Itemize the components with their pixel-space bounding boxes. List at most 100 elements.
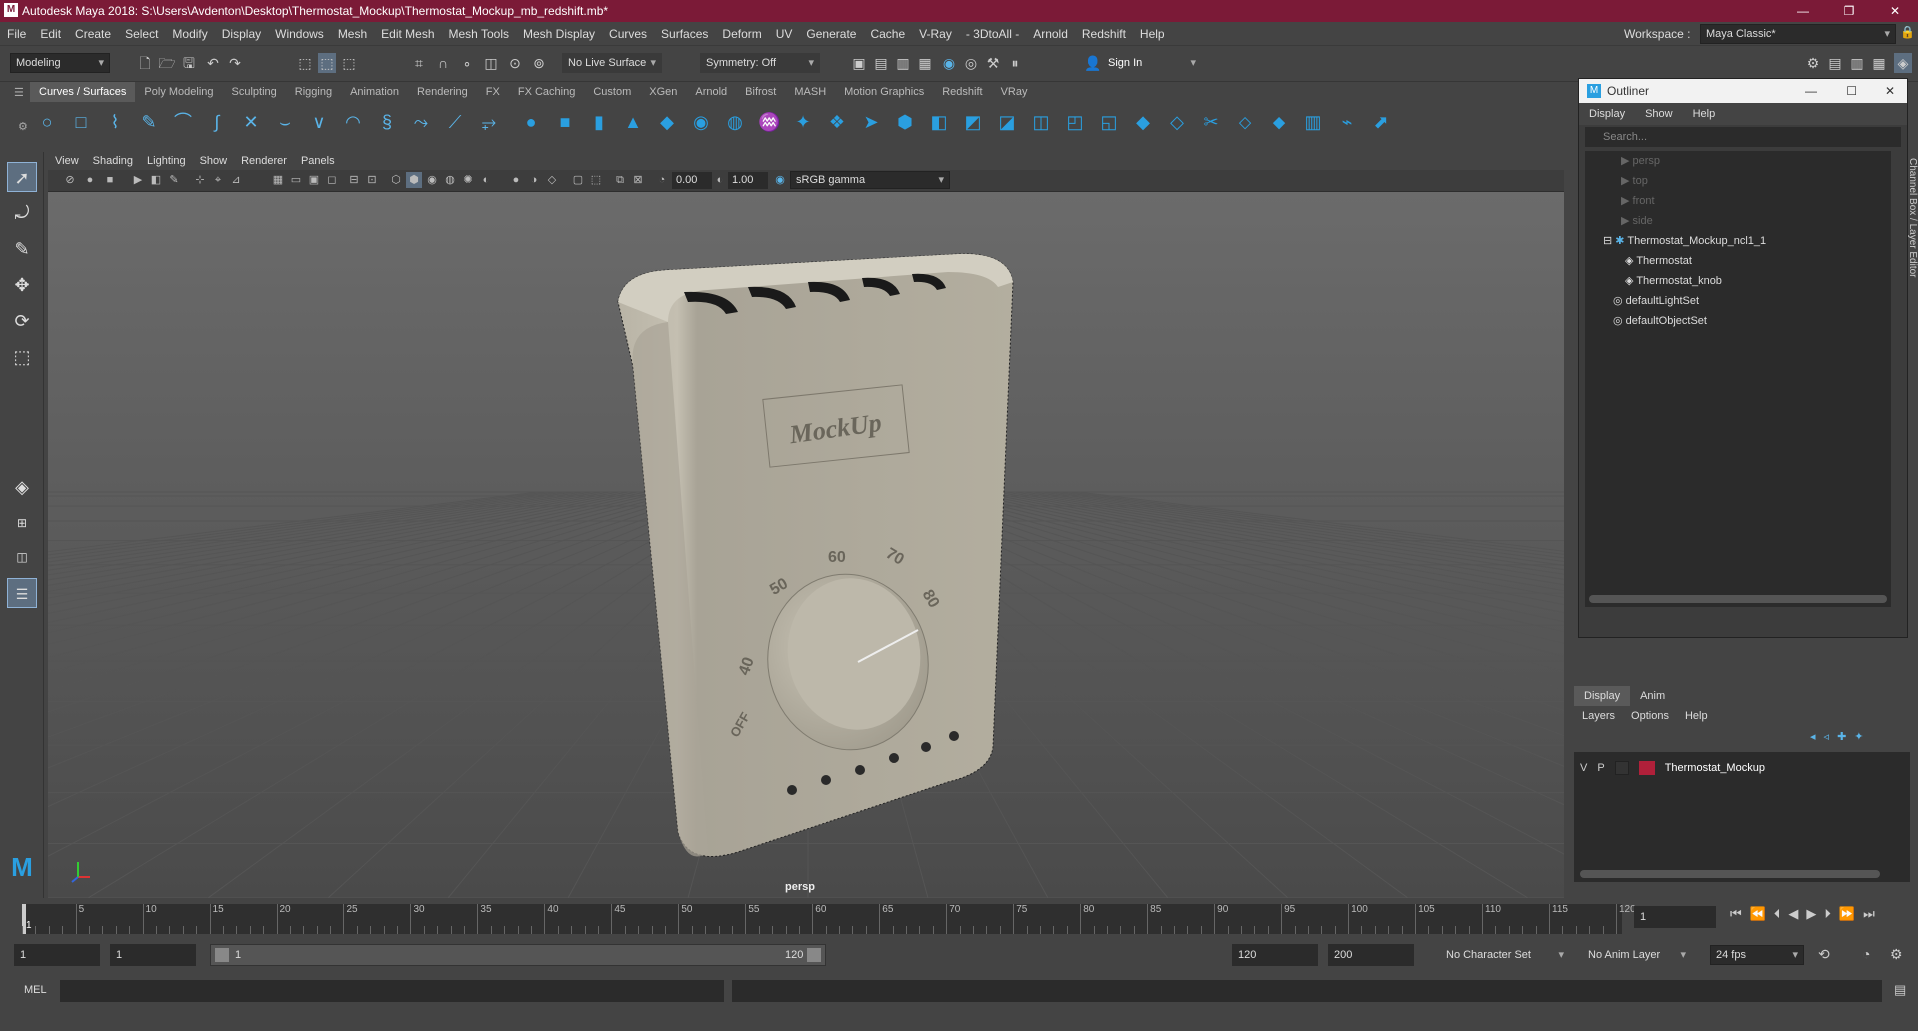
layer-playback-toggle[interactable]: P	[1597, 762, 1604, 774]
outliner-menu-show[interactable]: Show	[1635, 103, 1683, 125]
menu-edit-mesh[interactable]: Edit Mesh	[374, 27, 441, 41]
smooth-shade-icon[interactable]: ⬢	[406, 172, 422, 188]
planar-icon[interactable]: ✦	[792, 111, 814, 133]
shelf-menu-icon[interactable]: ☰	[14, 86, 24, 99]
layer-menu-options[interactable]: Options	[1623, 706, 1677, 726]
exposure-icon[interactable]: ◔	[654, 172, 670, 188]
move-layer-down-icon[interactable]: ◃	[1824, 730, 1830, 743]
range-start-handle[interactable]	[215, 948, 229, 962]
auto-key-icon[interactable]: ◔	[1862, 946, 1870, 962]
outliner-minimize-button[interactable]: —	[1805, 79, 1817, 103]
revolve-icon[interactable]: ◍	[724, 111, 746, 133]
outliner-item-default-object-set[interactable]: ◎ defaultObjectSet	[1613, 311, 1707, 331]
menu-vray[interactable]: V-Ray	[912, 27, 959, 41]
outliner-item-thermostat[interactable]: ◈ Thermostat	[1625, 251, 1692, 271]
anim-preferences-icon[interactable]: ⚙	[1890, 946, 1903, 963]
layer-tab-display[interactable]: Display	[1574, 686, 1631, 706]
menu-curves[interactable]: Curves	[602, 27, 654, 41]
shelf-tab-rendering[interactable]: Rendering	[408, 82, 477, 102]
redshift-render-icon[interactable]: ◎	[962, 53, 980, 73]
curve-intersect-icon[interactable]: ✕	[240, 111, 262, 133]
loft-icon[interactable]: ♒	[758, 111, 780, 133]
menu-mesh[interactable]: Mesh	[331, 27, 374, 41]
layer-menu-help[interactable]: Help	[1677, 706, 1716, 726]
scale-tool-icon[interactable]: ⬚	[7, 342, 37, 372]
extend-surface-icon[interactable]: ▥	[1302, 111, 1324, 133]
menu-redshift[interactable]: Redshift	[1075, 27, 1133, 41]
lock-icon[interactable]: 🔒	[1900, 25, 1915, 39]
shelf-tab-fx-caching[interactable]: FX Caching	[509, 82, 584, 102]
menu-arnold[interactable]: Arnold	[1026, 27, 1075, 41]
isolate-select-icon[interactable]: ⬚	[588, 172, 604, 188]
menu-uv[interactable]: UV	[769, 27, 800, 41]
animation-start-field[interactable]: 1	[14, 944, 100, 966]
menu-modify[interactable]: Modify	[165, 27, 214, 41]
collapse-icon[interactable]: ⊟	[1603, 235, 1615, 247]
boundary-icon[interactable]: ⬢	[894, 111, 916, 133]
curve-attach-icon[interactable]: ⌣	[274, 111, 296, 133]
tool-settings-icon[interactable]: ▥	[1848, 53, 1866, 73]
snap-view-icon[interactable]: ◫	[482, 53, 500, 73]
step-forward-key-icon[interactable]: ⏩	[1839, 906, 1855, 922]
shelf-tab-motion-graphics[interactable]: Motion Graphics	[835, 82, 933, 102]
menu-surfaces[interactable]: Surfaces	[654, 27, 715, 41]
trim-tool-icon[interactable]: ◰	[1064, 111, 1086, 133]
film-gate-icon[interactable]: ⌖	[210, 172, 226, 188]
textured-icon[interactable]: ◍	[442, 172, 458, 188]
range-slider[interactable]: 1 120	[210, 944, 826, 966]
outliner-item-group[interactable]: ⊟ ✱ Thermostat_Mockup_ncl1_1	[1603, 231, 1766, 251]
insert-isoparm-icon[interactable]: ⬥	[1268, 111, 1290, 133]
menu-windows[interactable]: Windows	[268, 27, 331, 41]
shelf-tab-custom[interactable]: Custom	[584, 82, 640, 102]
nurbs-sphere-icon[interactable]: ●	[520, 111, 542, 133]
safe-action-icon[interactable]: ▭	[288, 172, 304, 188]
nurbs-cylinder-icon[interactable]: ▮	[588, 111, 610, 133]
image-plane-icon[interactable]: ▶	[130, 172, 146, 188]
outliner-layout-icon[interactable]: ☰	[7, 578, 37, 608]
undo-icon[interactable]: ↶	[204, 53, 222, 73]
shelf-tab-sculpting[interactable]: Sculpting	[223, 82, 286, 102]
outliner-maximize-button[interactable]: ☐	[1846, 79, 1857, 103]
shelf-tab-poly-modeling[interactable]: Poly Modeling	[135, 82, 222, 102]
shelf-tab-rigging[interactable]: Rigging	[286, 82, 341, 102]
use-all-lights-icon[interactable]: ✺	[460, 172, 476, 188]
shelf-tab-curves-surfaces[interactable]: Curves / Surfaces	[30, 82, 136, 102]
menu-create[interactable]: Create	[68, 27, 118, 41]
two-d-pan-icon[interactable]: ◧	[148, 172, 164, 188]
align-surfaces-icon[interactable]: ✂	[1200, 111, 1222, 133]
menu-mesh-tools[interactable]: Mesh Tools	[442, 27, 516, 41]
menu-generate[interactable]: Generate	[799, 27, 863, 41]
depth-of-field-icon[interactable]: ▢	[570, 172, 586, 188]
sign-in-button[interactable]: Sign In	[1102, 53, 1202, 73]
gamma-icon[interactable]: ◐	[712, 172, 728, 188]
minimize-button[interactable]: —	[1780, 0, 1826, 22]
camera-attributes-icon[interactable]: ●	[82, 172, 98, 188]
outliner-menu-help[interactable]: Help	[1683, 103, 1726, 125]
nurbs-square-icon[interactable]: □	[70, 111, 92, 133]
wireframe-icon[interactable]: ⬡	[388, 172, 404, 188]
shelf-tab-arnold[interactable]: Arnold	[686, 82, 736, 102]
select-component-icon[interactable]: ⬚	[340, 53, 358, 73]
loop-icon[interactable]: ⟲	[1818, 946, 1830, 963]
channel-box-tab[interactable]: Channel Box / Layer Editor	[1906, 150, 1918, 750]
shadows-icon[interactable]: ◐	[478, 172, 494, 188]
gate-mask-icon[interactable]: ⊟	[346, 172, 362, 188]
menu-cache[interactable]: Cache	[863, 27, 912, 41]
viewport-menu-view[interactable]: View	[48, 152, 86, 170]
shelf-tab-mash[interactable]: MASH	[785, 82, 835, 102]
snap-live-icon[interactable]: ⊚	[530, 53, 548, 73]
outliner-item-persp[interactable]: ▶ persp	[1621, 151, 1660, 171]
snap-point-icon[interactable]: ∘	[458, 53, 476, 73]
curve-extend-icon[interactable]: ⟋	[444, 111, 466, 133]
nurbs-circle-icon[interactable]: ○	[36, 111, 58, 133]
menu-3dtoall[interactable]: - 3DtoAll -	[959, 27, 1026, 41]
perspective-viewport[interactable]: MockUp 60 70 50 80 40 OFF persp	[48, 192, 1564, 898]
xray-joints-icon[interactable]: ⊠	[630, 172, 646, 188]
viewport-menu-panels[interactable]: Panels	[294, 152, 342, 170]
grid-icon[interactable]: ▦	[270, 172, 286, 188]
range-end-handle[interactable]	[807, 948, 821, 962]
step-forward-frame-icon[interactable]: ⏵	[1824, 906, 1831, 922]
rotate-tool-icon[interactable]: ⟳	[7, 306, 37, 336]
outliner-item-default-light-set[interactable]: ◎ defaultLightSet	[1613, 291, 1699, 311]
render-frame-icon[interactable]: ▤	[872, 53, 890, 73]
